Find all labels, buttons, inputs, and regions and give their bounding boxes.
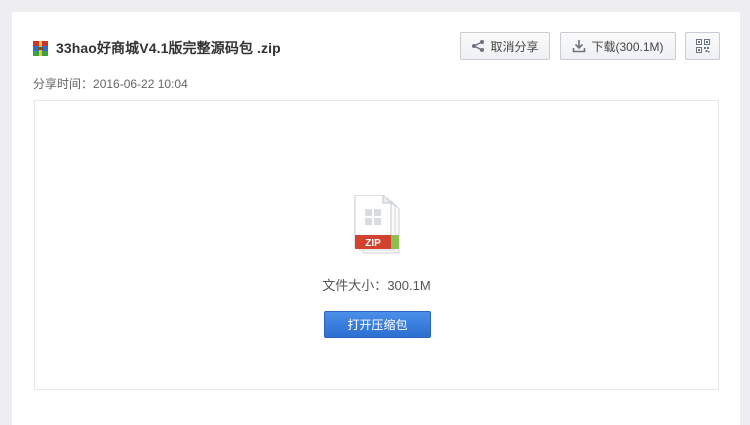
file-size-label: 文件大小：	[322, 278, 388, 293]
cancel-share-label: 取消分享	[490, 39, 539, 54]
zip-file-icon	[33, 40, 48, 56]
share-time-label: 分享时间：	[33, 77, 94, 91]
share-icon	[471, 39, 485, 53]
file-title: 33hao好商城V4.1版完整源码包 .zip	[56, 40, 281, 56]
file-size: 文件大小：300.1M	[35, 275, 718, 294]
zip-file-large-icon: ZIP	[353, 194, 403, 255]
open-archive-button[interactable]: 打开压缩包	[324, 311, 431, 338]
file-share-card: 33hao好商城V4.1版完整源码包 .zip 分享时间：2016-06-22 …	[12, 12, 740, 425]
file-title-row: 33hao好商城V4.1版完整源码包 .zip	[33, 38, 281, 58]
file-preview-panel: ZIP 文件大小：300.1M 打开压缩包	[34, 100, 719, 390]
download-label: 下载(300.1M)	[591, 39, 664, 54]
download-button[interactable]: 下载(300.1M)	[560, 32, 676, 60]
share-time-value: 2016-06-22 10:04	[93, 77, 188, 91]
file-size-value: 300.1M	[387, 278, 431, 293]
qrcode-icon	[695, 39, 710, 53]
cancel-share-button[interactable]: 取消分享	[460, 32, 550, 60]
qrcode-button[interactable]	[685, 32, 720, 60]
share-time: 分享时间：2016-06-22 10:04	[33, 75, 188, 92]
zip-badge-text: ZIP	[365, 238, 381, 249]
download-icon	[572, 39, 586, 53]
